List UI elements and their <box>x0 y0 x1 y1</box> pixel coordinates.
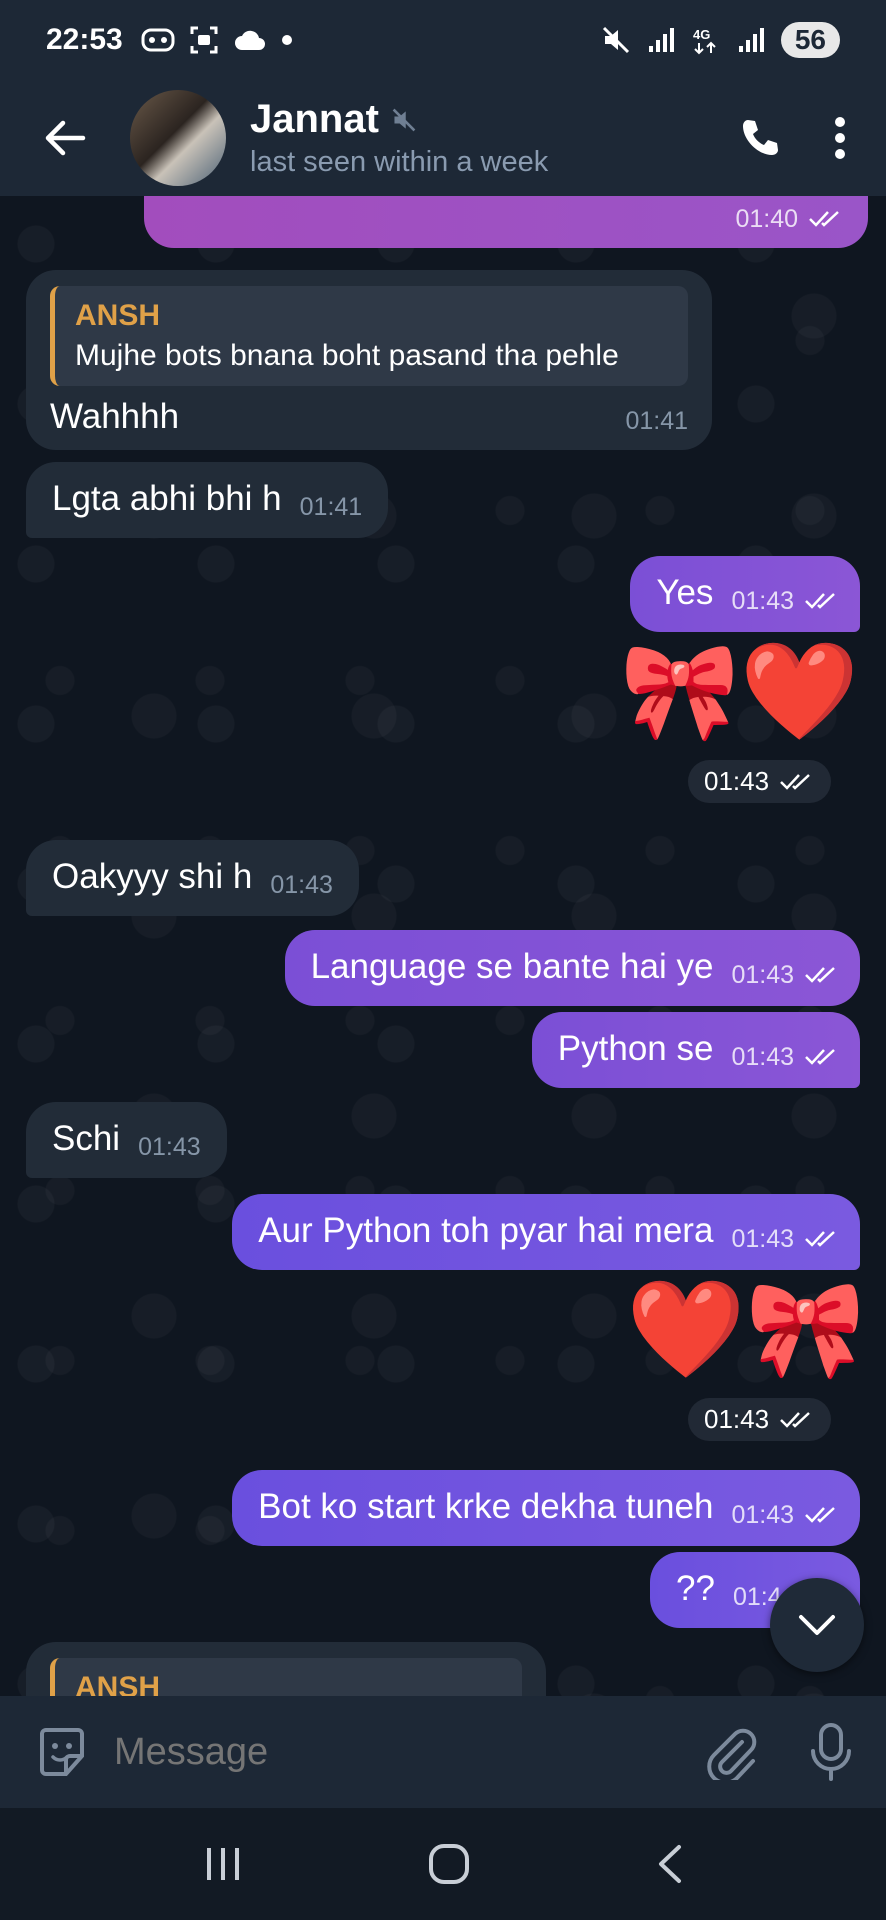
double-check-icon <box>809 211 839 227</box>
contact-name: Jannat <box>250 97 379 141</box>
status-right-icons: 4G 56 <box>601 22 840 58</box>
message-time: 01:43 <box>731 1043 794 1071</box>
back-button[interactable] <box>0 118 130 158</box>
status-bar: 22:53 4G 56 <box>0 0 886 80</box>
microphone-icon[interactable] <box>810 1723 852 1781</box>
message-meta: 01:41 <box>625 406 688 438</box>
screen-record-icon <box>190 26 218 54</box>
double-check-icon <box>805 967 835 983</box>
message-bubble-outgoing[interactable]: Language se bante hai ye 01:43 <box>284 930 860 1006</box>
home-icon[interactable] <box>428 1843 470 1885</box>
message-meta: 01:43 <box>270 870 333 902</box>
battery-indicator: 56 <box>780 22 840 58</box>
dot-icon <box>281 35 292 45</box>
message-text: Yes <box>656 573 714 612</box>
message-time: 01:43 <box>704 766 770 796</box>
scroll-to-bottom-button[interactable] <box>770 1578 864 1672</box>
sticker-meta: 01:43 <box>688 1398 832 1441</box>
sticker-emoji: ❤️🎀 <box>626 1276 866 1383</box>
message-time: 01:43 <box>731 587 794 615</box>
message-meta: 01:43 <box>731 1042 840 1074</box>
message-meta: 01:43 <box>731 1224 840 1256</box>
message-text: Python se <box>557 1029 714 1068</box>
message-meta: 01:43 <box>138 1132 201 1164</box>
message-meta: 01:41 <box>300 492 363 524</box>
double-check-icon <box>805 1049 835 1065</box>
message-meta: 01:43 <box>731 960 840 992</box>
message-time: 01:41 <box>625 407 688 435</box>
message-bubble-incoming[interactable]: ANSH <box>26 1642 546 1696</box>
sticker-message[interactable]: 🎀❤️ <box>620 644 859 740</box>
message-time: 01:43 <box>731 1225 794 1253</box>
message-text: ?? <box>676 1569 715 1608</box>
message-bubble-incoming[interactable]: ANSH Mujhe bots bnana boht pasand tha pe… <box>26 270 712 450</box>
message-meta: 01:43 <box>731 1500 840 1532</box>
reply-quote[interactable]: ANSH <box>50 1658 522 1696</box>
message-text: Lgta abhi bhi h <box>52 479 282 518</box>
message-bubble-outgoing[interactable]: Python se 01:43 <box>531 1012 860 1088</box>
message-bubble-outgoing[interactable]: Aur Python toh pyar hai mera 01:43 <box>232 1194 860 1270</box>
chevron-down-icon <box>799 1615 835 1635</box>
message-time: 01:43 <box>704 1404 770 1434</box>
attach-icon[interactable] <box>704 1724 758 1780</box>
message-meta: 01:40 <box>735 204 844 236</box>
message-time: 01:41 <box>299 493 363 521</box>
phone-icon[interactable] <box>738 116 782 160</box>
reply-text: Mujhe bots bnana boht pasand tha pehle <box>75 339 619 372</box>
message-text: Language se bante hai ye <box>310 947 714 986</box>
recent-apps-icon[interactable] <box>203 1846 243 1882</box>
cloud-icon <box>234 30 265 50</box>
reply-author: ANSH <box>75 1671 161 1696</box>
message-composer <box>0 1696 886 1808</box>
message-bubble-outgoing[interactable]: 01:40 <box>144 196 868 248</box>
sticker-emoji: 🎀❤️ <box>620 638 860 745</box>
gamepad-icon <box>141 28 175 52</box>
double-check-icon <box>805 593 835 609</box>
message-time: 01:43 <box>731 961 794 989</box>
double-check-icon <box>780 773 810 790</box>
double-check-icon <box>780 1411 810 1428</box>
mute-icon <box>392 108 416 131</box>
message-bubble-incoming[interactable]: Schi 01:43 <box>26 1102 227 1178</box>
svg-text:4G: 4G <box>693 27 710 42</box>
arrow-left-icon <box>45 120 86 156</box>
message-bubble-incoming[interactable]: Lgta abhi bhi h 01:41 <box>26 462 389 538</box>
message-time: 01:43 <box>138 1133 201 1161</box>
message-time: 01:43 <box>270 871 333 899</box>
message-time: 01:43 <box>731 1501 794 1529</box>
back-nav-icon[interactable] <box>655 1844 683 1884</box>
status-left-icons <box>141 25 293 55</box>
message-list[interactable]: 01:40 ANSH Mujhe bots bnana boht pasand … <box>0 196 886 1696</box>
message-text: Schi <box>52 1119 121 1158</box>
signal-icon <box>738 28 764 52</box>
message-time: 01:40 <box>735 205 798 233</box>
sticker-meta: 01:43 <box>688 760 832 803</box>
message-bubble-incoming[interactable]: Oakyyy shi h 01:43 <box>26 840 359 916</box>
signal-icon <box>648 28 674 52</box>
mute-icon <box>602 26 629 54</box>
double-check-icon <box>805 1507 835 1523</box>
message-bubble-outgoing[interactable]: Yes 01:43 <box>630 556 860 632</box>
message-text: Oakyyy shi h <box>52 857 253 896</box>
reply-author: ANSH <box>75 299 161 332</box>
last-seen-status: last seen within a week <box>250 146 549 178</box>
message-bubble-outgoing[interactable]: Bot ko start krke dekha tuneh 01:43 <box>232 1470 860 1546</box>
message-input[interactable] <box>114 1730 704 1774</box>
more-vertical-icon[interactable] <box>834 116 846 160</box>
system-navigation-bar <box>0 1808 886 1920</box>
4g-icon: 4G <box>693 27 716 55</box>
message-text: Wahhhh <box>50 397 180 436</box>
message-text: Bot ko start krke dekha tuneh <box>258 1487 714 1526</box>
status-time: 22:53 <box>46 23 123 56</box>
reply-quote[interactable]: ANSH Mujhe bots bnana boht pasand tha pe… <box>50 286 688 386</box>
double-check-icon <box>805 1231 835 1247</box>
message-meta: 01:43 <box>731 586 840 618</box>
chat-header: Jannat last seen within a week <box>0 80 886 196</box>
sticker-icon[interactable] <box>34 1724 90 1780</box>
message-text: Aur Python toh pyar hai mera <box>258 1211 714 1250</box>
chat-title-area[interactable]: Jannat last seen within a week <box>250 97 738 179</box>
avatar[interactable] <box>130 90 226 186</box>
sticker-message[interactable]: ❤️🎀 <box>626 1282 865 1378</box>
chat-title: Jannat <box>250 97 738 142</box>
